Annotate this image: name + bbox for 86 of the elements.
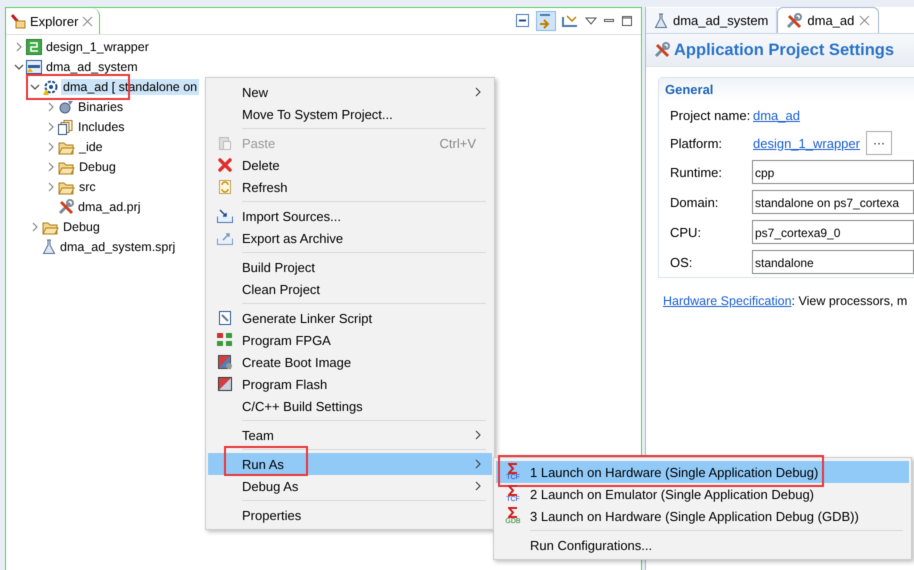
folder-icon [58,160,75,174]
page-title: Application Project Settings [674,40,894,60]
input-field[interactable]: cpp [752,160,914,184]
expand-toggle[interactable] [47,122,55,132]
field-label: Platform: [670,136,724,150]
field-label: OS: [670,254,694,270]
menu-item[interactable]: Run Configurations... [496,534,909,556]
close-icon[interactable] [82,16,94,26]
menu-item[interactable]: Properties [208,504,492,526]
expand-toggle[interactable] [47,162,55,172]
project-link[interactable]: dma_ad [753,108,800,122]
menu-item[interactable]: Program FPGA [208,329,492,351]
tree-item[interactable]: _ide [77,139,105,155]
tools-icon [654,42,670,58]
flask-icon [42,239,56,255]
binary-icon [58,99,74,115]
panel-tab[interactable]: Explorer [30,14,78,28]
tree-item[interactable]: design_1_wrapper [44,39,151,55]
view-menu-icon[interactable] [585,16,597,26]
tree-item[interactable]: dma_ad_system.sprj [58,239,178,255]
menu-item[interactable]: Program Flash [208,373,492,395]
tools-icon [58,199,74,215]
menu-item[interactable]: Refresh [208,176,492,198]
hardware-spec-link[interactable]: Hardware Specification [663,294,792,308]
import-icon [216,208,234,224]
browse-button[interactable]: ··· [866,131,892,155]
link-icon[interactable] [537,12,555,30]
menu-item[interactable]: Generate Linker Script [208,307,492,329]
folder-icon [58,180,75,194]
refresh-icon [217,179,233,195]
clipboard-icon [217,135,233,151]
chip-icon [26,39,42,55]
menu-item[interactable]: Export as Archive [208,227,492,249]
window-icon [26,59,42,75]
editor-tab[interactable]: dma_ad_system [646,8,778,33]
flash-icon [217,376,233,392]
folder-icon [10,13,26,29]
field-label: Runtime: [670,164,724,180]
close-icon[interactable] [859,15,870,26]
delete-icon [217,157,233,173]
expand-toggle[interactable] [47,182,55,192]
circuit-icon [216,332,234,348]
collapse-toggle[interactable] [14,63,24,71]
tools-icon [786,12,802,28]
field-label: CPU: [670,224,702,240]
menu-item[interactable]: Run As [208,453,492,475]
menu-item[interactable]: New [208,81,492,103]
menu-item[interactable]: Create Boot Image [208,351,492,373]
flask-icon [654,12,668,28]
input-field[interactable]: standalone on ps7_cortexa [752,190,914,214]
menu-item[interactable]: C/C++ Build Settings [208,395,492,417]
hardware-spec-text: Hardware Specification: View processors, m [663,294,908,308]
input-field[interactable]: ps7_cortexa9_0 [752,220,914,244]
image-icon [217,354,233,370]
input-field[interactable]: standalone [752,250,914,274]
menu-item[interactable]: Debug As [208,475,492,497]
tree-item[interactable]: dma_ad.prj [76,199,143,215]
folder-icon [42,220,59,234]
tree-item[interactable]: dma_ad_system [44,59,140,75]
expand-toggle[interactable] [31,222,39,232]
tree-item[interactable]: src [77,179,98,195]
collapse-toggle[interactable] [30,83,40,91]
expand-toggle[interactable] [47,142,55,152]
folder-icon [58,140,75,154]
menu-item[interactable]: Clean Project [208,278,492,300]
field-label: Domain: [670,194,720,210]
header-files-icon [58,119,74,135]
tree-item[interactable]: Includes [76,119,127,135]
expand-toggle[interactable] [15,42,23,52]
platform-link[interactable]: design_1_wrapper [753,136,860,150]
tree-item[interactable]: Debug [61,219,102,235]
tree-item[interactable]: Binaries [76,99,126,115]
tree-item[interactable]: Debug [77,159,118,175]
expand-toggle[interactable] [47,102,55,112]
menu-item[interactable]: Delete [208,154,492,176]
editor-tab[interactable]: dma_ad [777,7,880,33]
maximize-icon[interactable] [621,15,633,27]
collapse-all-icon[interactable] [515,13,531,29]
menu-item[interactable]: Build Project [208,256,492,278]
menu-item[interactable]: Import Sources... [208,205,492,227]
gear-icon [42,78,59,96]
document-icon [217,310,233,326]
filter-icon[interactable] [561,13,579,29]
menu-item[interactable]: Move To System Project... [208,103,492,125]
field-label: Project name: [670,108,752,122]
menu-item[interactable]: Team [208,424,492,446]
